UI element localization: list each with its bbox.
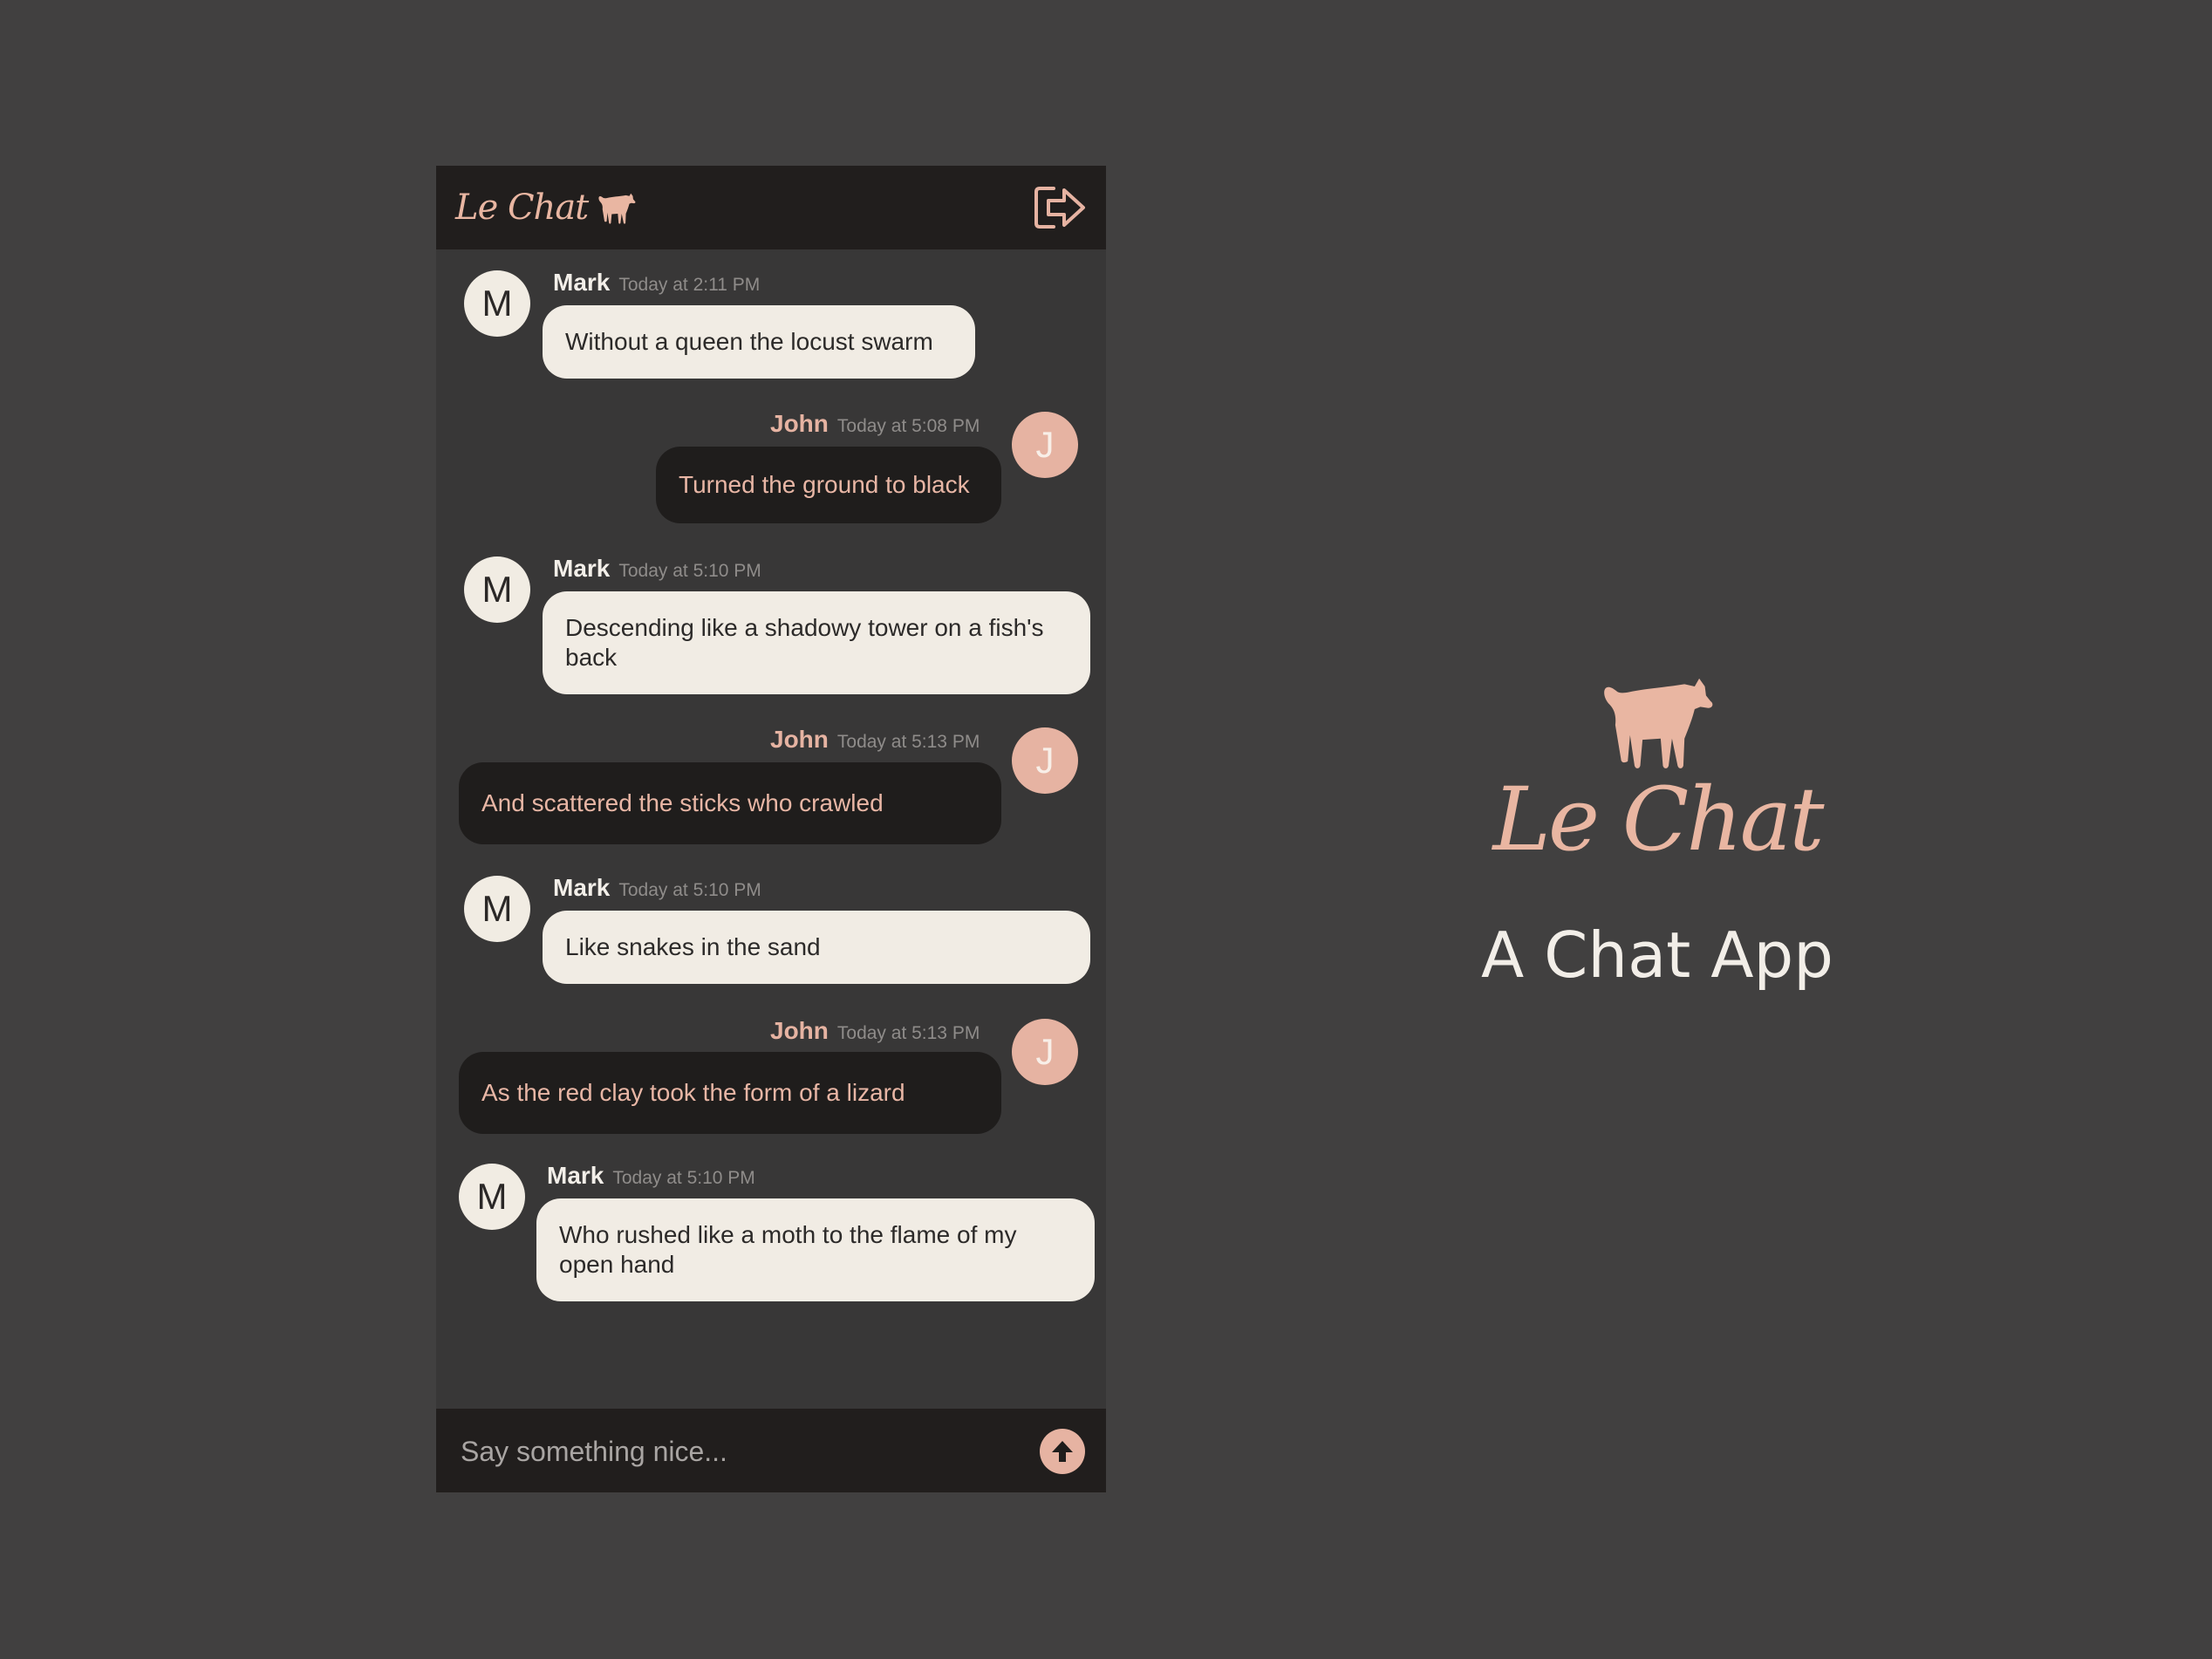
message-bubble: As the red clay took the form of a lizar…	[459, 1052, 1001, 1134]
message-meta: John Today at 5:13 PM	[770, 726, 980, 754]
brand-title: Le Chat	[455, 188, 589, 228]
sender-name: John	[770, 410, 829, 437]
avatar-john: J	[1012, 727, 1078, 794]
hero-tagline: A Chat App	[1481, 918, 1833, 992]
message-time: Today at 5:13 PM	[836, 732, 980, 752]
message-bubble: Who rushed like a moth to the flame of m…	[536, 1198, 1095, 1301]
brand: Le Chat	[455, 183, 637, 232]
message-meta: John Today at 5:13 PM	[770, 1017, 980, 1045]
avatar-mark: M	[459, 1164, 525, 1230]
message-time: Today at 5:10 PM	[618, 880, 761, 900]
message-bubble: Without a queen the locust swarm	[543, 305, 975, 379]
sender-name: Mark	[553, 555, 611, 582]
cat-icon	[598, 193, 636, 224]
avatar-mark: M	[464, 556, 530, 623]
avatar-john: J	[1012, 412, 1078, 478]
hero-logo-text: Le Chat	[1492, 768, 1824, 870]
message-time: Today at 5:10 PM	[618, 561, 761, 581]
message-bubble: Descending like a shadowy tower on a fis…	[543, 591, 1090, 694]
top-bar: Le Chat	[436, 166, 1106, 249]
message-time: Today at 2:11 PM	[618, 275, 761, 295]
cat-icon	[1604, 678, 1713, 768]
message-bubble: And scattered the sticks who crawled	[459, 762, 1001, 844]
message-meta: Mark Today at 5:10 PM	[547, 1162, 755, 1190]
message-time: Today at 5:10 PM	[612, 1168, 755, 1188]
composer	[436, 1409, 1106, 1492]
avatar-john: J	[1012, 1019, 1078, 1085]
hero-branding: Le Chat A Chat App	[1396, 663, 1919, 1029]
message-bubble: Turned the ground to black	[656, 447, 1001, 523]
logout-button[interactable]	[1033, 185, 1087, 230]
sender-name: John	[770, 726, 829, 753]
chat-window: Le Chat M Mark Today at 2:11 PM Without a…	[436, 166, 1106, 1492]
avatar-mark: M	[464, 876, 530, 942]
sender-name: Mark	[547, 1162, 604, 1189]
send-button[interactable]	[1040, 1429, 1085, 1474]
arrow-up-icon	[1052, 1441, 1073, 1462]
message-bubble: Like snakes in the sand	[543, 911, 1090, 984]
message-meta: Mark Today at 5:10 PM	[553, 555, 761, 583]
message-input[interactable]	[459, 1430, 1003, 1473]
logout-icon	[1034, 187, 1085, 229]
message-time: Today at 5:08 PM	[836, 416, 980, 436]
message-meta: Mark Today at 2:11 PM	[553, 269, 760, 297]
sender-name: John	[770, 1017, 829, 1044]
sender-name: Mark	[553, 874, 611, 901]
message-time: Today at 5:13 PM	[836, 1023, 980, 1043]
message-meta: Mark Today at 5:10 PM	[553, 874, 761, 902]
avatar-mark: M	[464, 270, 530, 337]
message-meta: John Today at 5:08 PM	[770, 410, 980, 438]
sender-name: Mark	[553, 269, 611, 296]
